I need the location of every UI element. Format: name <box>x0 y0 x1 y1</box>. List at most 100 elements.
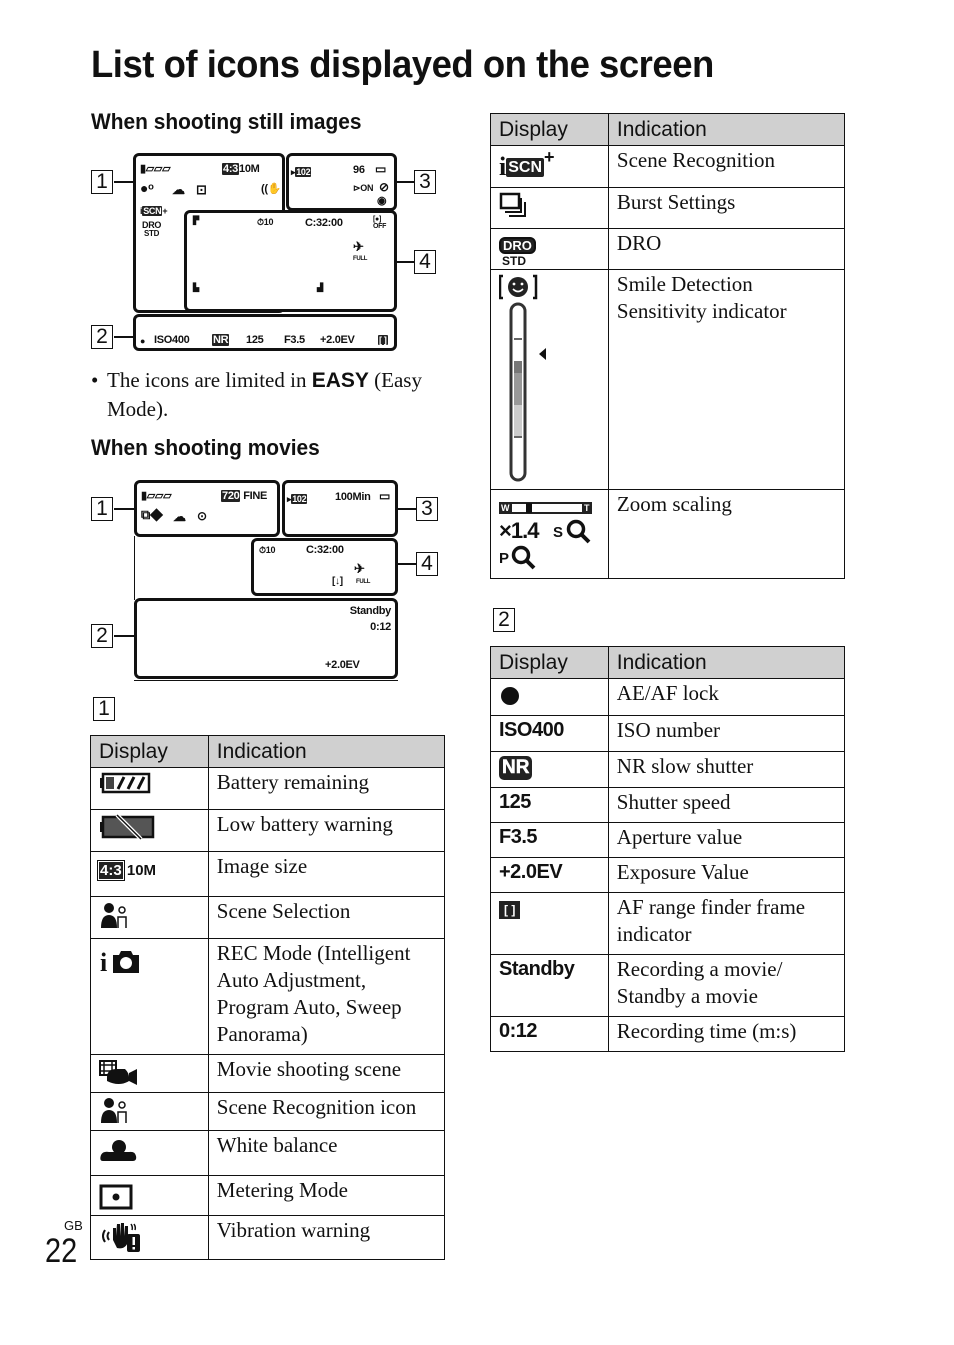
precision-zoom-icon <box>511 545 536 570</box>
shutter-display: 125 <box>490 787 609 823</box>
section-heading-still: When shooting still images <box>91 109 362 134</box>
movie-wind-icon: [↓] <box>332 576 343 587</box>
af-corner-bl: ▙ <box>193 283 199 292</box>
callout-1: 1 <box>91 170 113 194</box>
table-row: Scene Recognition icon <box>90 1092 446 1131</box>
movie-flash-label: FULL <box>356 579 371 585</box>
table-row: i SCN+ Scene Recognition <box>490 145 846 188</box>
image-size-icon: 4:3 10M <box>97 860 157 881</box>
movie-panel-2: Standby 0:12 +2.0EV <box>134 598 398 679</box>
movie-panel-4: ⏱10 C:32:00 ✈ [↓] FULL <box>251 538 398 596</box>
iso-label: ISO400 <box>154 334 190 346</box>
nr-icon: NR <box>499 756 533 780</box>
movie-quality-label: FINE <box>243 490 268 502</box>
header-indication: Indication <box>607 646 846 679</box>
locale-label: GB <box>64 1218 83 1233</box>
table-row: White balance <box>90 1130 446 1176</box>
aspect-ratio-label: 4:3 <box>222 163 239 175</box>
still-panel-4: ▛ ⏱10 C:32:00 [●] OFF ✈ FULL ▙ ▟ <box>184 210 397 312</box>
dro-icon: DRO STD <box>499 237 608 268</box>
af-range-finder-icon: [ ] <box>499 901 521 919</box>
aperture-display: F3.5 <box>490 822 609 858</box>
table-row: Burst Settings <box>490 187 846 229</box>
plane-icon: ✈ <box>353 239 364 254</box>
vibration-warning-icon <box>102 1223 140 1252</box>
table-row: i REC Mode (Intelligent Auto Adjustment,… <box>90 938 446 1055</box>
header-display: Display <box>490 646 609 679</box>
callout-4: 4 <box>414 250 436 274</box>
movie-callout-2: 2 <box>91 624 113 648</box>
vibration-icon: ((✋ <box>261 183 282 195</box>
table-1-continued: Display Indication i SCN+ Scene Recogniti… <box>490 113 846 579</box>
movie-time-label: 0:12 <box>370 621 391 633</box>
shutter-label: 125 <box>246 334 264 346</box>
rec-mode-icon: i <box>100 948 139 977</box>
flash-level-label: FULL <box>353 256 368 262</box>
header-display: Display <box>90 735 209 768</box>
movie-callout-3: 3 <box>416 497 438 521</box>
table-row: Scene Selection <box>90 896 446 939</box>
movie-battery-icon: ▮▱▱▱ <box>141 490 172 502</box>
ev-display: +2.0EV <box>490 857 609 893</box>
metering-icon: ⊡ <box>196 182 207 197</box>
movie-callout-1: 1 <box>91 497 113 521</box>
table-row: NR NR slow shutter <box>490 751 846 788</box>
callout-3: 3 <box>414 170 436 194</box>
ae-lock-dot: ● <box>140 336 146 346</box>
shots-remaining: 96 <box>353 164 365 176</box>
red-eye-icon: ◉ <box>377 195 387 207</box>
scn-label: SCN <box>142 206 163 216</box>
table-1: Display Indication Battery remaining Low… <box>90 735 446 1260</box>
image-size-label: 10M <box>239 163 260 175</box>
recording-time-display: 0:12 <box>490 1016 609 1052</box>
scene-selection-icon: ●ᵒ <box>140 180 154 196</box>
af-corner-tl: ▛ <box>193 216 199 225</box>
movie-plane-icon: ✈ <box>354 561 365 576</box>
still-panel-2: ● ISO400 NR 125 F3.5 +2.0EV [ ] <box>133 314 397 351</box>
table-row: Low battery warning <box>90 809 446 852</box>
movie-size-label: 720 <box>221 490 241 502</box>
table-row: DRO STD DRO <box>490 228 846 270</box>
battery-remaining-icon <box>100 772 151 794</box>
table-row: 0:12 Recording time (m:s) <box>490 1016 846 1052</box>
table1-section-label: 1 <box>93 697 115 721</box>
movie-panel-1: ▮▱▱▱ 720 FINE ⧉◆ ☁ ⊙ <box>134 480 280 537</box>
low-battery-icon <box>100 813 155 841</box>
movie-scene-icon: ⧉◆ <box>141 507 163 522</box>
smile-shutter-label: ON <box>360 183 374 193</box>
memory-card-icon: ▭ <box>375 162 387 176</box>
white-balance-icon <box>100 1140 137 1161</box>
af-corner-br: ▟ <box>317 283 323 292</box>
movie-folder-label: 102 <box>291 494 308 504</box>
white-balance-icon: ☁ <box>172 182 185 197</box>
table-row: W T ×1.4 S P Zoom scaling <box>490 489 846 579</box>
dro-bottom: STD <box>144 229 160 238</box>
face-detect-label: OFF <box>373 223 387 230</box>
header-display: Display <box>490 113 609 146</box>
callout-2: 2 <box>91 325 113 349</box>
movie-card-icon: ▭ <box>379 489 391 503</box>
movie-wb-icon: ☁ <box>173 509 186 524</box>
nr-label: NR <box>212 334 230 346</box>
movie-remaining-label: 100Min <box>335 491 371 503</box>
scene-selection-icon <box>101 903 127 928</box>
iso-display: ISO400 <box>490 715 609 752</box>
still-panel-3: ▸102 96 ▭ ⊳ON ⊘ ◉ <box>286 153 397 211</box>
flash-off-icon: ⊘ <box>379 180 389 194</box>
table-row: AE/AF lock <box>490 678 846 716</box>
table-row: Battery remaining <box>90 767 446 810</box>
table-row: Smile Detection Sensitivity indicator <box>490 269 846 490</box>
table-row: [ ] AF range finder frame indicator <box>490 892 846 955</box>
movie-timer-label: 10 <box>265 545 276 555</box>
movie-ev-label: +2.0EV <box>325 659 360 671</box>
movie-scene-icon <box>99 1060 137 1085</box>
table-2: Display Indication AE/AF lock ISO400 ISO… <box>490 646 846 1052</box>
movie-status-label: Standby <box>349 605 392 617</box>
scene-recognition-icon <box>101 1098 127 1123</box>
smile-detection-icon <box>498 274 546 482</box>
counter-label: C:32:00 <box>305 217 343 229</box>
section-heading-movies: When shooting movies <box>91 435 320 460</box>
standby-display: Standby <box>490 954 609 1017</box>
burst-settings-icon <box>499 192 526 217</box>
table-row: Standby Recording a movie/ Standby a mov… <box>490 954 846 1017</box>
